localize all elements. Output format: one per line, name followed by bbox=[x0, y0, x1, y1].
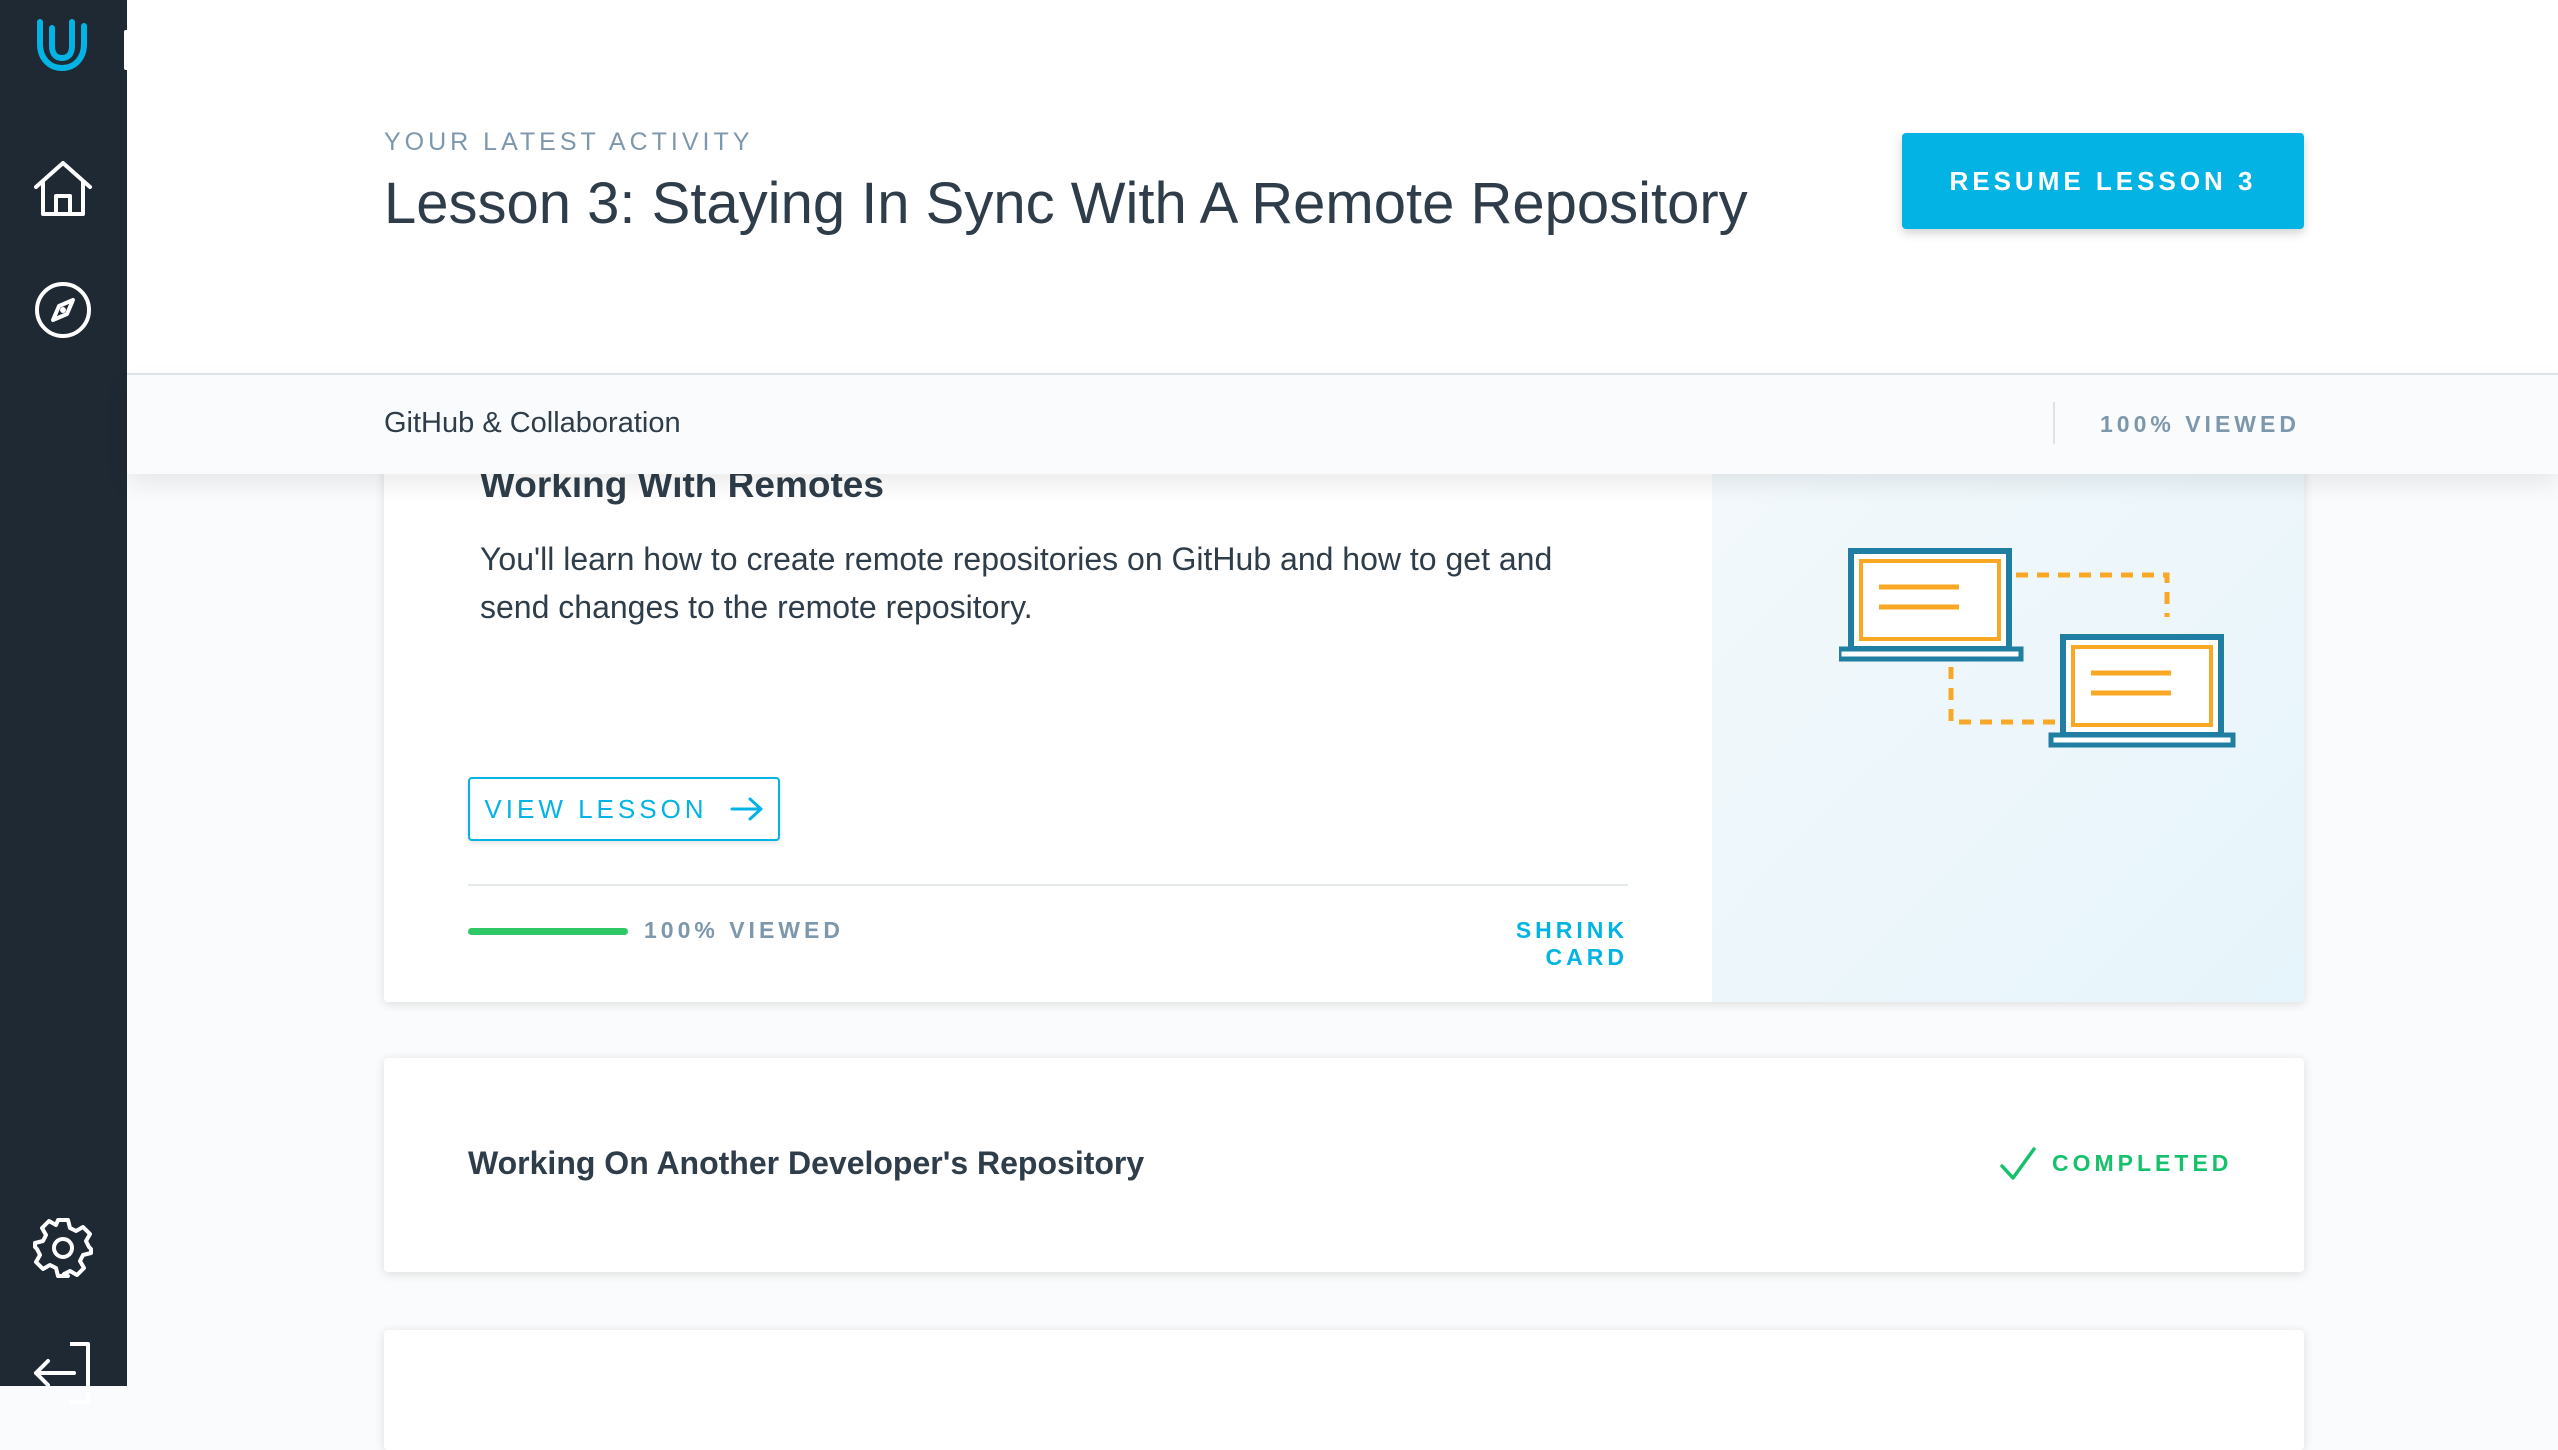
view-lesson-button[interactable]: VIEW LESSON bbox=[468, 777, 780, 841]
home-icon[interactable] bbox=[30, 156, 96, 222]
lesson-description: You'll learn how to create remote reposi… bbox=[480, 541, 1553, 625]
compass-icon[interactable] bbox=[30, 277, 96, 343]
divider bbox=[468, 884, 1628, 886]
gear-icon[interactable] bbox=[30, 1215, 96, 1281]
latest-activity-label: YOUR LATEST ACTIVITY bbox=[384, 128, 754, 156]
shrink-card-link[interactable]: SHRINK CARD bbox=[1436, 917, 1628, 971]
arrow-right-icon bbox=[730, 797, 763, 821]
header: YOUR LATEST ACTIVITY Lesson 3: Staying I… bbox=[127, 0, 2558, 373]
sidebar bbox=[0, 0, 127, 1404]
check-icon bbox=[2000, 1147, 2036, 1180]
course-subbar: GitHub & Collaboration 100% VIEWED bbox=[127, 373, 2558, 474]
lesson-progress-bar bbox=[468, 928, 628, 935]
logout-icon[interactable] bbox=[30, 1340, 96, 1406]
course-name: GitHub & Collaboration bbox=[384, 407, 681, 439]
lesson-card-expanded: Working With Remotes You'll learn how to… bbox=[384, 420, 2304, 1002]
lesson-progress-fill bbox=[468, 928, 628, 935]
two-laptops-sync-illustration bbox=[1839, 548, 2236, 748]
lesson-card-collapsed[interactable]: Working On Another Developer's Repositor… bbox=[384, 1058, 2304, 1272]
page-title: Lesson 3: Staying In Sync With A Remote … bbox=[384, 171, 1748, 236]
divider bbox=[2053, 402, 2055, 444]
completed-status: COMPLETED bbox=[2052, 1150, 2233, 1176]
view-lesson-label: VIEW LESSON bbox=[484, 793, 708, 824]
course-viewed-status: 100% VIEWED bbox=[2100, 411, 2300, 437]
resume-lesson-button[interactable]: RESUME LESSON 3 bbox=[1902, 133, 2304, 229]
lesson-card-collapsed[interactable] bbox=[384, 1330, 2304, 1450]
lesson-viewed-status: 100% VIEWED bbox=[644, 917, 844, 943]
udacity-logo-icon[interactable] bbox=[30, 14, 94, 78]
lesson-title: Working On Another Developer's Repositor… bbox=[468, 1145, 1145, 1181]
